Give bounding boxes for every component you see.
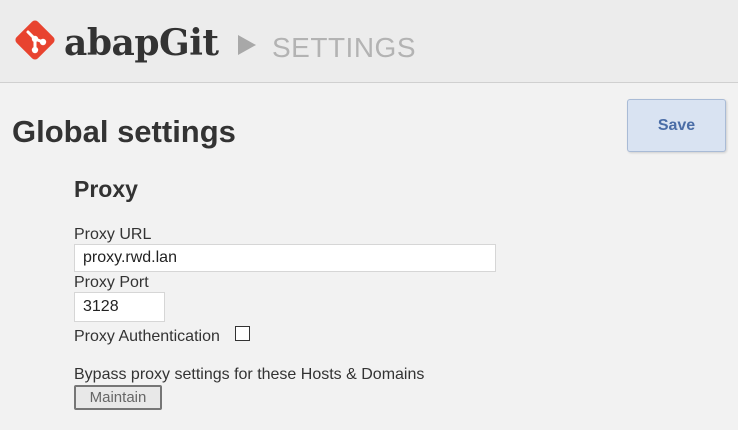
app-name: abapGit [64, 22, 219, 64]
breadcrumb-arrow-icon [238, 35, 256, 55]
proxy-url-label: Proxy URL [74, 226, 152, 243]
page-title: Global settings [12, 114, 236, 149]
header-bar: abapGit SETTINGS [0, 0, 738, 83]
proxy-port-input[interactable] [74, 292, 165, 322]
breadcrumb-page-name: SETTINGS [272, 32, 417, 63]
maintain-button[interactable]: Maintain [74, 385, 162, 410]
bypass-proxy-label: Bypass proxy settings for these Hosts & … [74, 366, 425, 383]
proxy-section-title: Proxy [74, 176, 138, 202]
save-button[interactable]: Save [627, 99, 726, 152]
git-logo-icon [15, 20, 55, 60]
proxy-url-input[interactable] [74, 244, 496, 272]
proxy-auth-checkbox[interactable] [235, 326, 250, 341]
proxy-port-label: Proxy Port [74, 274, 149, 291]
proxy-auth-label: Proxy Authentication [74, 328, 220, 345]
